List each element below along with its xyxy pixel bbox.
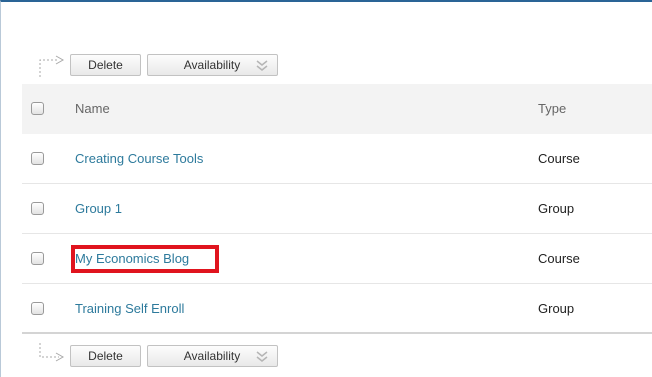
item-name-link[interactable]: Training Self Enroll (75, 284, 184, 334)
top-action-bar: Delete Availability (1, 51, 652, 79)
item-name-link[interactable]: My Economics Blog (75, 234, 189, 284)
item-type: Group (538, 301, 575, 316)
table-row: Group 1 Group (22, 184, 652, 234)
availability-label: Availability (183, 349, 241, 363)
double-chevron-down-icon (255, 349, 269, 363)
availability-button-bottom[interactable]: Availability (147, 345, 278, 367)
item-type: Course (538, 251, 580, 266)
row-checkbox[interactable] (31, 252, 44, 265)
availability-label: Availability (183, 58, 241, 72)
content-panel: Delete Availability Name Type Creating C… (0, 0, 652, 377)
items-table: Name Type Creating Course Tools Course G… (22, 84, 652, 334)
table-header-row: Name Type (22, 84, 652, 134)
item-name-link[interactable]: Group 1 (75, 184, 122, 234)
availability-button-top[interactable]: Availability (147, 54, 278, 76)
corner-arrow-icon (37, 342, 67, 370)
column-header-name[interactable]: Name (75, 84, 110, 134)
row-checkbox[interactable] (31, 152, 44, 165)
table-row: My Economics Blog Course (22, 234, 652, 284)
column-header-type[interactable]: Type (538, 84, 566, 134)
table-row: Training Self Enroll Group (22, 284, 652, 334)
delete-button-bottom[interactable]: Delete (70, 345, 141, 367)
select-all-checkbox[interactable] (31, 102, 44, 115)
double-chevron-down-icon (255, 58, 269, 72)
row-checkbox[interactable] (31, 202, 44, 215)
item-type: Group (538, 201, 575, 216)
row-checkbox[interactable] (31, 302, 44, 315)
delete-button-top[interactable]: Delete (70, 54, 141, 76)
table-row: Creating Course Tools Course (22, 134, 652, 184)
corner-arrow-icon (37, 51, 67, 79)
item-name-link[interactable]: Creating Course Tools (75, 134, 203, 184)
item-type: Course (538, 151, 580, 166)
bottom-action-bar: Delete Availability (1, 342, 652, 370)
